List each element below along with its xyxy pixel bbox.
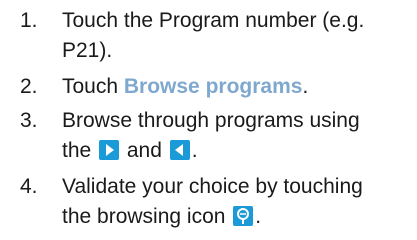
step-2: 2. Touch Browse programs. <box>0 72 417 104</box>
step-number: 2. <box>20 75 38 98</box>
step-3: 3. Browse through programs using the and… <box>0 106 417 166</box>
browse-programs-link: Browse programs <box>123 75 303 98</box>
step-number: 4. <box>20 175 38 198</box>
arrow-left-icon <box>169 140 190 160</box>
step-text: Touch Browse programs. <box>62 72 308 102</box>
step-text-prefix: the <box>62 139 98 162</box>
step-text-mid: and <box>121 139 168 162</box>
step-text-prefix: the browsing icon <box>62 205 232 228</box>
step-1: 1. Touch the Program number (e.g. P21). <box>0 6 417 66</box>
step-text-prefix: Touch <box>62 75 124 98</box>
step-4: 4. Validate your choice by touching the … <box>0 172 417 234</box>
browsing-icon <box>233 206 254 226</box>
step-text: Browse through programs using <box>62 109 360 132</box>
step-text: the browsing icon . <box>62 202 261 232</box>
instruction-list: 1. Touch the Program number (e.g. P21). … <box>0 0 417 240</box>
step-text: the and . <box>62 136 198 166</box>
step-text-end: . <box>255 205 262 228</box>
step-number: 3. <box>20 109 38 132</box>
step-number: 1. <box>20 9 38 32</box>
step-text: Validate your choice by touching <box>62 175 363 198</box>
step-text: Touch the Program number (e.g. <box>62 9 365 32</box>
step-text-suffix: . <box>302 75 309 98</box>
arrow-right-icon <box>99 140 120 160</box>
step-text-end: . <box>191 139 198 162</box>
step-text: P21). <box>62 39 113 62</box>
